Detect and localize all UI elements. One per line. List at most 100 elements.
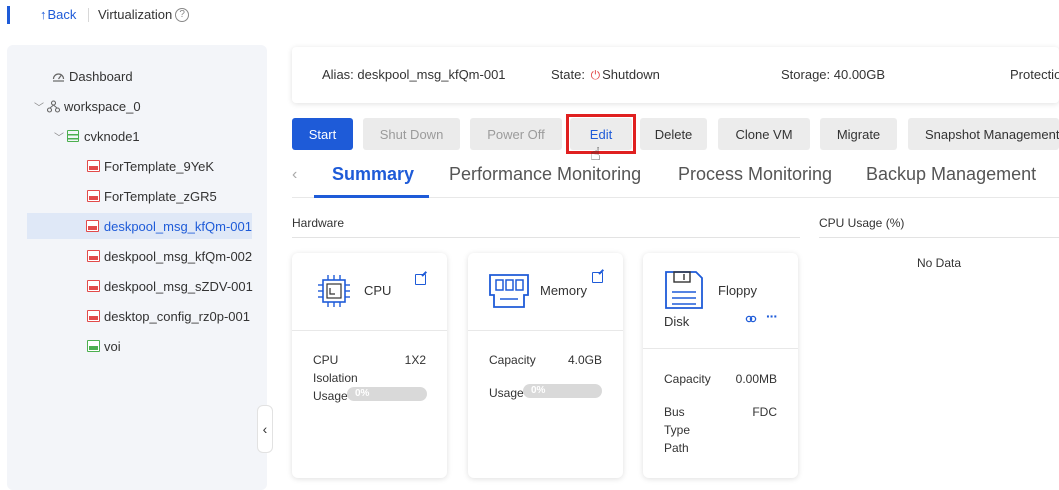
dashboard-icon [51,69,65,83]
clone-vm-button[interactable]: Clone VM [718,118,810,150]
vm-stopped-icon [86,279,100,293]
state-text: State: ⏻ Shutdown [551,67,660,83]
more-options-icon[interactable]: ··· [766,308,778,324]
arrow-up-icon: ↑ [40,7,47,22]
usage-percent: 0% [355,388,370,399]
cpu-usage-title: CPU Usage (%) [819,216,905,230]
chevron-left-icon[interactable]: ‹ [292,166,297,184]
storage-text: Storage: 40.00GB [781,67,886,82]
floppy-disk-icon [664,270,704,313]
isolation-label: Isolation [313,371,358,385]
capacity-value: 4.0GB [567,353,602,367]
snapshot-management-button[interactable]: Snapshot Management [908,118,1059,150]
vm-stopped-icon [86,159,100,173]
back-label: Back [47,7,77,22]
sidebar-item-label: Dashboard [69,68,133,84]
protection-text: Protection [1010,67,1059,82]
sidebar-item-vm[interactable]: ForTemplate_9YeK [86,153,214,179]
back-button[interactable]: ↑ Back [40,7,76,22]
sidebar-tree: Dashboard ﹀ workspace_0 ﹀ cvknode1 ForTe… [7,45,267,490]
usage-label: Usage [489,386,524,400]
bus-value: FDC [752,405,777,419]
cpu-chip-icon [316,273,352,312]
host-icon [66,129,80,143]
edit-icon[interactable] [415,274,426,285]
bus-label: Bus [664,405,685,419]
divider [468,330,623,331]
tab-bar: ‹ Summary Performance Monitoring Process… [292,158,1059,198]
divider [88,8,89,22]
edit-highlight-box [566,114,636,154]
sidebar-item-cvknode1[interactable]: ﹀ cvknode1 [54,123,140,149]
memory-usage-bar: 0% [523,384,602,398]
start-button[interactable]: Start [292,118,353,150]
cpu-label: CPU [313,353,339,367]
divider [292,330,447,331]
tab-process-monitoring[interactable]: Process Monitoring [678,164,832,185]
sidebar-item-vm[interactable]: ForTemplate_zGR5 [86,183,217,209]
vm-stopped-icon [86,309,100,323]
cpu-card: CPU CPU 1X2 Isolation Usage 0% [292,253,447,478]
divider [292,237,800,238]
tab-backup-management[interactable]: Backup Management [866,164,1036,185]
sidebar-item-vm[interactable]: deskpool_msg_sZDV-001 [86,273,253,299]
usage-percent: 0% [531,385,546,396]
sidebar-item-vm[interactable]: voi [86,333,121,359]
vm-stopped-icon [86,219,100,233]
cpu-usage-bar: 0% [347,387,427,401]
chevron-down-icon[interactable]: ﹀ [34,99,46,114]
sidebar-item-label: deskpool_msg_kfQm-001 [103,218,252,234]
usage-label: Usage [313,389,348,403]
power-icon: ⏻ [590,68,601,82]
state-value: Shutdown [602,67,660,82]
floppy-disk-card: Floppy Disk Capacity 0.00MB Bus FDC Type… [643,253,798,478]
sidebar-item-vm[interactable]: desktop_config_rz0p-001 [86,303,250,329]
vm-info-card: Alias: deskpool_msg_kfQm-001 State: ⏻ Shu… [292,47,1059,103]
sidebar-collapse-button[interactable]: ‹ [257,405,273,453]
vm-stopped-icon [86,189,100,203]
floppy-card-title: Floppy [718,283,758,298]
sidebar-item-vm-selected[interactable]: deskpool_msg_kfQm-001 [27,213,252,239]
breadcrumb-title: Virtualization [98,7,173,22]
chevron-left-icon: ‹ [262,421,268,437]
shutdown-button[interactable]: Shut Down [363,118,460,150]
sidebar-item-label: voi [104,338,121,354]
sidebar-item-vm[interactable]: deskpool_msg_kfQm-002 [86,243,252,269]
poweroff-button[interactable]: Power Off [470,118,562,150]
breadcrumb: Virtualization ? [98,7,190,22]
no-data-text: No Data [917,256,962,270]
memory-card-title: Memory [540,283,587,298]
workspace-icon [46,99,60,113]
hardware-title: Hardware [292,216,345,230]
sidebar-item-label: deskpool_msg_sZDV-001 [104,278,253,294]
vm-running-icon [86,339,100,353]
memory-icon [487,272,531,313]
tab-performance-monitoring[interactable]: Performance Monitoring [449,164,641,185]
migrate-button[interactable]: Migrate [820,118,897,150]
chevron-down-icon[interactable]: ﹀ [54,129,66,144]
help-icon[interactable]: ? [175,7,190,22]
link-icon[interactable] [745,313,757,328]
floppy-card-title-line2: Disk [664,314,690,329]
delete-button[interactable]: Delete [640,118,707,150]
state-label: State: [551,67,585,82]
capacity-label: Capacity [664,372,711,386]
sidebar-item-label: desktop_config_rz0p-001 [104,308,250,324]
path-label: Path [664,441,689,455]
capacity-value: 0.00MB [735,372,777,386]
sidebar-item-workspace[interactable]: ﹀ workspace_0 [34,93,141,119]
edit-icon[interactable] [592,272,603,283]
type-label: Type [664,423,691,437]
sidebar-item-label: deskpool_msg_kfQm-002 [104,248,253,264]
memory-card: Memory Capacity 4.0GB Usage 0% [468,253,623,478]
vm-stopped-icon [86,249,100,263]
divider [643,348,798,349]
sidebar-item-label: workspace_0 [64,98,141,114]
sidebar-item-label: ForTemplate_zGR5 [104,188,217,204]
tab-summary[interactable]: Summary [332,164,414,185]
cpu-value: 1X2 [404,353,426,367]
sidebar-item-label: cvknode1 [84,128,140,144]
capacity-label: Capacity [489,353,536,367]
sidebar-item-dashboard[interactable]: Dashboard [51,63,133,89]
accent-bar [7,6,10,24]
